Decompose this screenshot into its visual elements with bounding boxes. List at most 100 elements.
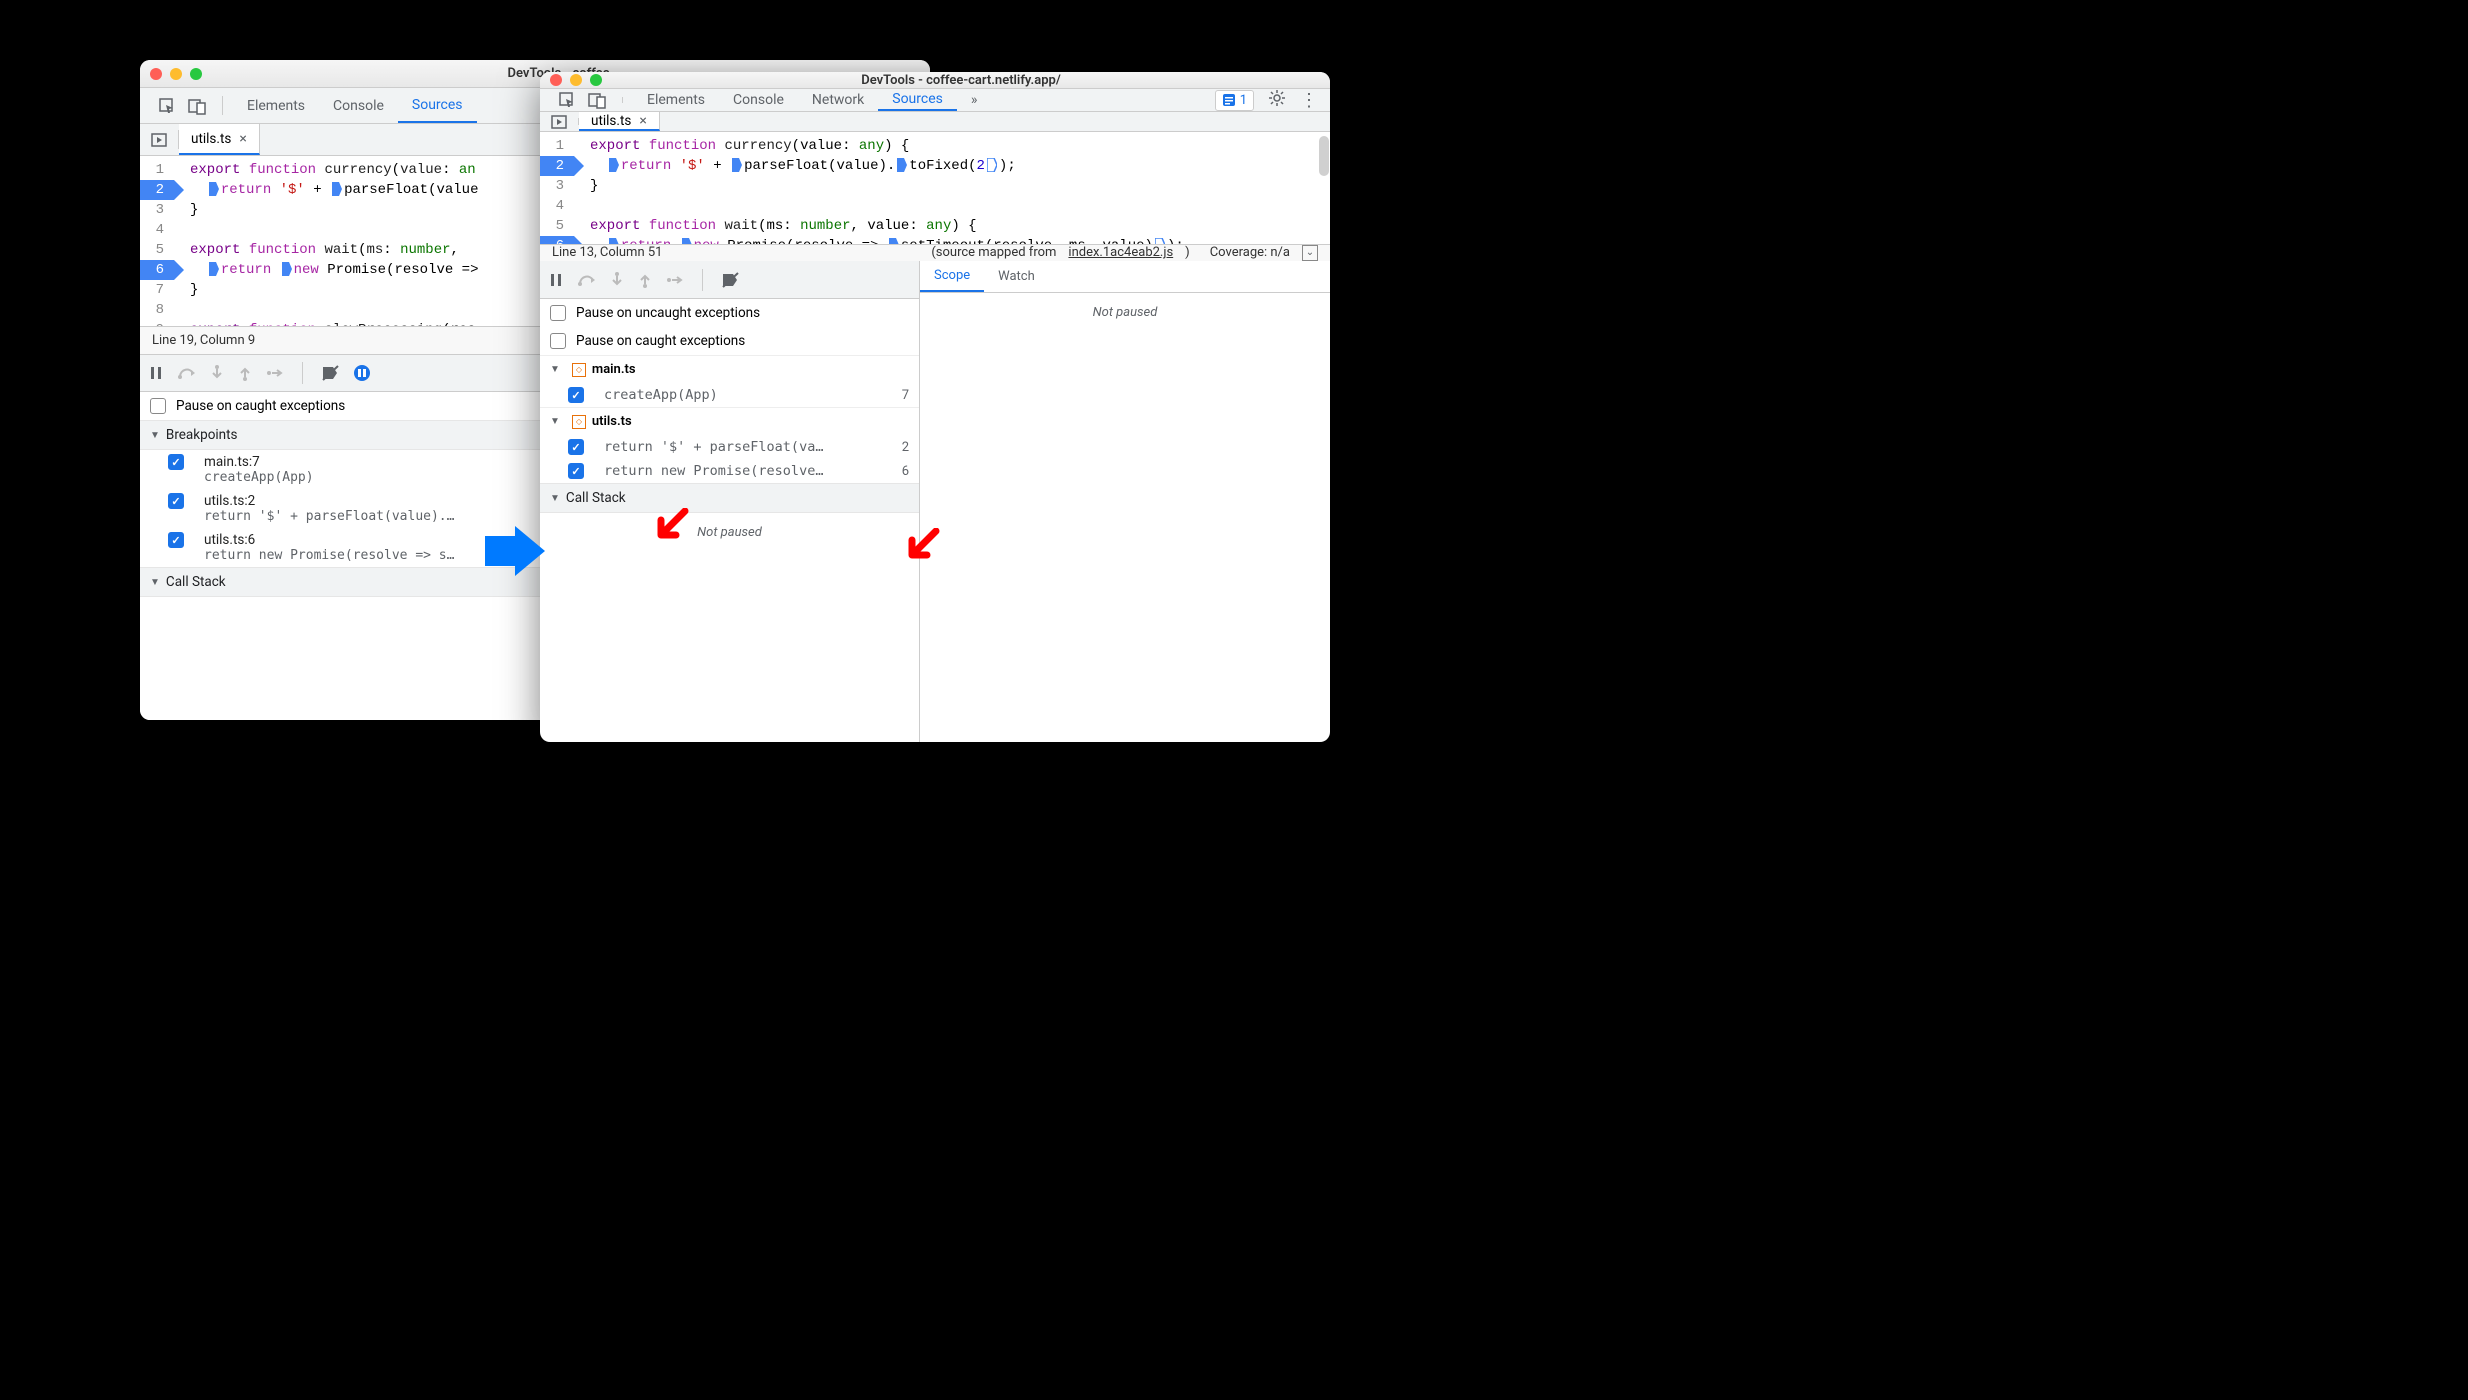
file-icon — [572, 415, 586, 429]
breakpoint-item[interactable]: return '$' + parseFloat(va… 2 — [540, 435, 919, 459]
expand-icon: ▼ — [550, 493, 560, 504]
file-tab-utils[interactable]: utils.ts × — [179, 124, 260, 155]
tab-console[interactable]: Console — [319, 88, 398, 123]
step-icon[interactable] — [266, 365, 284, 381]
pause-caught-label: Pause on caught exceptions — [576, 333, 745, 349]
close-tab-icon[interactable]: × — [639, 113, 646, 129]
step-into-icon[interactable] — [210, 365, 224, 381]
deactivate-breakpoints-icon[interactable] — [321, 365, 339, 381]
tab-elements[interactable]: Elements — [233, 88, 319, 123]
file-group-utils[interactable]: ▼ utils.ts — [540, 407, 919, 435]
expand-icon: ▼ — [150, 430, 160, 441]
tab-overflow[interactable]: » — [957, 89, 992, 111]
device-toggle-icon[interactable] — [582, 89, 612, 111]
step-over-icon[interactable] — [178, 365, 196, 381]
inspect-icon[interactable] — [152, 88, 182, 123]
tab-network[interactable]: Network — [798, 89, 878, 111]
close-tab-icon[interactable]: × — [239, 131, 246, 147]
issues-button[interactable]: 1 — [1215, 90, 1254, 111]
menu-icon[interactable]: ⋮ — [1300, 90, 1318, 111]
breakpoint-lineno: 6 — [902, 464, 909, 479]
maximize-icon[interactable] — [190, 68, 202, 80]
breakpoint-label: utils.ts:6 — [204, 532, 454, 548]
step-into-icon[interactable] — [610, 272, 624, 288]
file-tab-utils[interactable]: utils.ts × — [579, 112, 660, 131]
tab-elements[interactable]: Elements — [633, 89, 719, 111]
subtab-scope[interactable]: Scope — [920, 261, 984, 292]
editor-scrollbar[interactable] — [1319, 136, 1329, 176]
source-mapped-link[interactable]: index.1ac4eab2.js — [1068, 245, 1173, 260]
traffic-lights — [150, 68, 202, 80]
pause-uncaught-row[interactable]: Pause on uncaught exceptions — [540, 299, 919, 327]
pause-caught-row[interactable]: Pause on caught exceptions — [540, 327, 919, 355]
breakpoint-preview: createApp(App) — [204, 470, 314, 485]
nav-toggle-icon[interactable] — [140, 124, 178, 155]
pause-caught-checkbox[interactable] — [150, 398, 166, 414]
subtab-watch[interactable]: Watch — [984, 261, 1049, 292]
maximize-icon[interactable] — [590, 74, 602, 86]
tab-console[interactable]: Console — [719, 89, 798, 111]
breakpoint-checkbox[interactable] — [568, 387, 584, 403]
breakpoint-lineno: 2 — [902, 440, 909, 455]
code-content: export function currency(value: an retur… — [174, 156, 479, 326]
callstack-label: Call Stack — [566, 490, 626, 506]
close-icon[interactable] — [550, 74, 562, 86]
not-paused-label: Not paused — [920, 293, 1330, 332]
step-over-icon[interactable] — [578, 272, 596, 288]
pause-caught-label: Pause on caught exceptions — [176, 398, 345, 414]
nav-toggle-icon[interactable] — [540, 112, 578, 131]
pause-icon[interactable] — [148, 365, 164, 381]
pause-uncaught-label: Pause on uncaught exceptions — [576, 305, 760, 321]
breakpoint-checkbox[interactable] — [168, 532, 184, 548]
breakpoint-checkbox[interactable] — [568, 463, 584, 479]
annotation-arrow-red — [655, 508, 691, 548]
traffic-lights — [550, 74, 602, 86]
breakpoint-checkbox[interactable] — [168, 493, 184, 509]
file-name: utils.ts — [592, 414, 632, 429]
pause-icon[interactable] — [548, 272, 564, 288]
file-icon — [572, 363, 586, 377]
pause-uncaught-checkbox[interactable] — [550, 305, 566, 321]
breakpoint-checkbox[interactable] — [568, 439, 584, 455]
tab-sources[interactable]: Sources — [398, 88, 477, 123]
device-toggle-icon[interactable] — [182, 88, 212, 123]
breakpoints-active-icon[interactable] — [353, 364, 371, 382]
code-editor[interactable]: 1 2 3 4 5 6 7 8 9 export function curren… — [540, 132, 1330, 244]
annotation-arrow-red — [906, 528, 942, 568]
annotation-arrow-blue — [485, 526, 545, 580]
minimize-icon[interactable] — [570, 74, 582, 86]
issues-count: 1 — [1240, 93, 1247, 108]
file-group-main[interactable]: ▼ main.ts — [540, 355, 919, 383]
cursor-position: Line 19, Column 9 — [152, 333, 255, 348]
breakpoint-item[interactable]: createApp(App) 7 — [540, 383, 919, 407]
breakpoint-preview: return '$' + parseFloat(va… — [604, 439, 892, 455]
step-out-icon[interactable] — [238, 365, 252, 381]
debugger-split: Pause on uncaught exceptions Pause on ca… — [540, 261, 1330, 742]
editor-status: Line 13, Column 51 (source mapped from i… — [540, 244, 1330, 261]
callstack-header[interactable]: ▼ Call Stack — [540, 483, 919, 513]
inspect-icon[interactable] — [552, 89, 582, 111]
close-icon[interactable] — [150, 68, 162, 80]
breakpoint-lineno: 7 — [902, 388, 909, 403]
step-icon[interactable] — [666, 272, 684, 288]
code-content: export function currency(value: any) { r… — [574, 132, 1184, 244]
tab-sources[interactable]: Sources — [878, 89, 957, 111]
panel-scrollbar[interactable] — [540, 552, 919, 742]
breakpoint-preview: return '$' + parseFloat(value).… — [204, 509, 454, 524]
pause-caught-checkbox[interactable] — [550, 333, 566, 349]
deactivate-breakpoints-icon[interactable] — [721, 272, 739, 288]
expand-down-icon[interactable]: ⌄ — [1302, 245, 1318, 261]
gutter[interactable]: 1 2 3 4 5 6 7 8 9 — [540, 132, 574, 244]
source-mapped-pre: (source mapped from — [931, 245, 1056, 260]
gutter[interactable]: 1 2 3 4 5 6 7 8 9 — [140, 156, 174, 326]
not-paused-label: Not paused — [540, 513, 919, 552]
devtools-window-right: DevTools - coffee-cart.netlify.app/ Elem… — [540, 72, 1330, 742]
breakpoint-checkbox[interactable] — [168, 454, 184, 470]
minimize-icon[interactable] — [170, 68, 182, 80]
titlebar: DevTools - coffee-cart.netlify.app/ — [540, 72, 1330, 89]
panel-tabs: Elements Console Network Sources » 1 ⋮ — [540, 89, 1330, 112]
settings-icon[interactable] — [1268, 89, 1286, 111]
step-out-icon[interactable] — [638, 272, 652, 288]
breakpoint-item[interactable]: return new Promise(resolve… 6 — [540, 459, 919, 483]
breakpoint-label: utils.ts:2 — [204, 493, 454, 509]
